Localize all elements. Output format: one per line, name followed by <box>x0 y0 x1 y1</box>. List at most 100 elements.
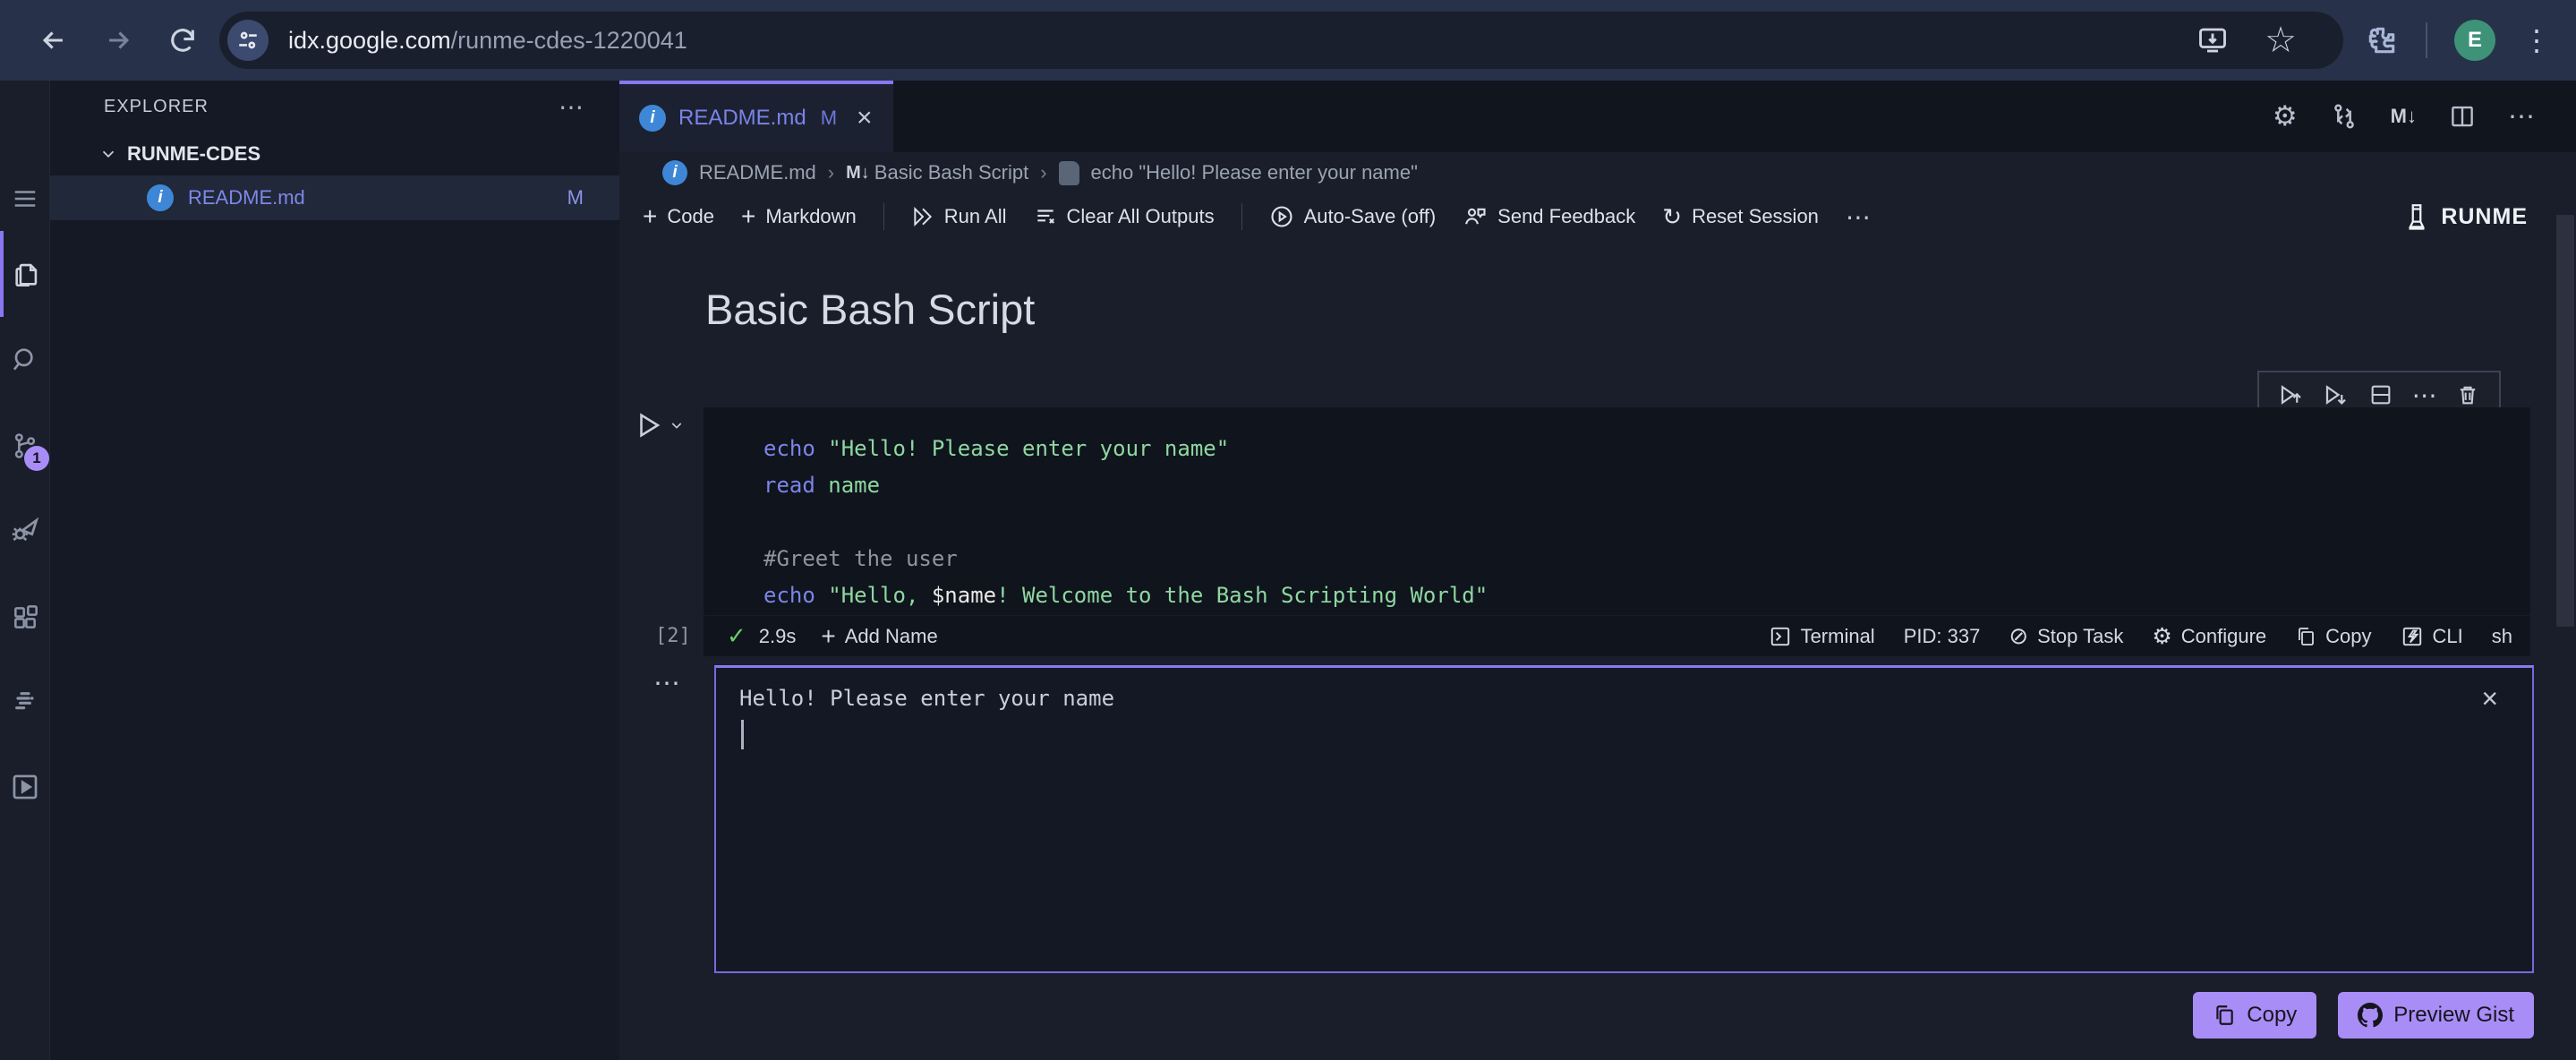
send-feedback-button[interactable]: Send Feedback <box>1463 204 1635 229</box>
plus-icon: + <box>643 202 658 230</box>
run-options-chevron-icon[interactable] <box>670 418 684 432</box>
run-cells-below-icon[interactable] <box>2323 381 2350 408</box>
markdown-preview-icon[interactable]: M↓ <box>2391 105 2417 128</box>
info-icon: i <box>639 105 666 132</box>
code-cell-editor[interactable]: echo "Hello! Please enter your name" read… <box>704 407 2530 615</box>
url-bar[interactable]: idx.google.com/runme-cdes-1220041 ☆ <box>219 12 2343 69</box>
toolbar-more-icon[interactable]: ⋯ <box>1846 202 1871 232</box>
clear-outputs-icon <box>1036 209 1054 224</box>
autosave-toggle[interactable]: Auto-Save (off) <box>1269 204 1436 229</box>
sidebar-item-explorer[interactable] <box>0 231 49 317</box>
extensions-puzzle-icon[interactable] <box>2365 23 2399 57</box>
sidebar-item-source-control[interactable]: 1 <box>0 419 49 473</box>
copy-icon <box>2299 627 2315 645</box>
reload-icon[interactable] <box>154 12 211 69</box>
editor-area: i README.md M × ⚙ M↓ ⋯ i README.md › M↓ … <box>619 81 2576 1060</box>
run-all-icon <box>914 206 932 227</box>
file-row-readme[interactable]: i README.md M <box>50 175 619 220</box>
compare-changes-icon[interactable] <box>2330 102 2358 131</box>
folder-name: RUNME-CDES <box>127 142 261 165</box>
autosave-icon <box>1271 206 1292 227</box>
install-app-icon[interactable] <box>2196 24 2229 56</box>
explorer-sidebar: EXPLORER ⋯ RUNME-CDES i README.md M <box>50 81 619 1060</box>
breadcrumb-separator: › <box>1040 161 1047 184</box>
copy-icon <box>2216 1005 2234 1025</box>
explorer-title: EXPLORER <box>104 96 209 116</box>
cell-duration: 2.9s <box>758 624 797 647</box>
notebook-content: Basic Bash Script ⋯ echo "Hello! Please … <box>619 240 2576 1060</box>
back-icon[interactable] <box>25 12 82 69</box>
site-settings-icon[interactable] <box>227 20 269 61</box>
tab-modified-badge: M <box>820 107 838 129</box>
tab-label: README.md <box>678 106 806 130</box>
profile-avatar[interactable]: E <box>2454 20 2495 61</box>
add-code-button[interactable]: + Code <box>643 202 714 231</box>
preview-gist-button[interactable]: Preview Gist <box>2338 992 2534 1039</box>
menu-hamburger-icon[interactable] <box>0 172 49 226</box>
toolbar-separator <box>1241 203 1242 230</box>
breadcrumb-heading[interactable]: Basic Bash Script <box>874 161 1028 184</box>
cli-button[interactable]: CLI <box>2401 625 2463 648</box>
copy-output-button[interactable]: Copy <box>2193 992 2317 1039</box>
breadcrumb: i README.md › M↓ Basic Bash Script › ech… <box>619 152 2576 193</box>
file-name: README.md <box>188 186 305 209</box>
sidebar-item-search[interactable] <box>0 333 49 387</box>
output-actions: Copy Preview Gist <box>2193 992 2534 1039</box>
tab-close-icon[interactable]: × <box>857 105 873 132</box>
runme-brand: RUNME <box>2403 193 2528 240</box>
stop-icon: ⊘ <box>2009 622 2029 649</box>
editor-scrollbar[interactable] <box>2556 215 2574 627</box>
terminal-output[interactable]: Hello! Please enter your name × <box>714 665 2534 973</box>
page-title: Basic Bash Script <box>705 286 1036 333</box>
sidebar-item-output-logs[interactable] <box>0 675 49 729</box>
info-icon: i <box>147 184 174 211</box>
plus-icon: + <box>740 202 756 230</box>
gear-icon[interactable]: ⚙ <box>2273 100 2298 132</box>
sidebar-item-runme-notebook[interactable] <box>0 760 49 814</box>
notebook-toolbar: + Code + Markdown Run All Clear All Output… <box>619 193 2576 240</box>
breadcrumb-cell[interactable]: echo "Hello! Please enter your name" <box>1091 161 1418 184</box>
delete-cell-icon[interactable] <box>2455 382 2480 407</box>
cell-status-bar: ✓ 2.9s + Add Name Terminal PID: 337 ⊘ Stop… <box>704 615 2530 656</box>
output-close-icon[interactable]: × <box>2481 684 2498 713</box>
add-name-button[interactable]: + Add Name <box>821 622 937 651</box>
cli-icon <box>2402 627 2421 645</box>
chrome-separator <box>2426 22 2427 58</box>
stop-task-button[interactable]: ⊘ Stop Task <box>2009 622 2123 650</box>
terminal-cursor <box>741 720 744 749</box>
run-all-button[interactable]: Run All <box>911 205 1007 228</box>
url-path: /runme-cdes-1220041 <box>450 26 687 54</box>
breadcrumb-separator: › <box>827 161 835 184</box>
split-editor-icon[interactable] <box>2449 103 2476 130</box>
add-markdown-button[interactable]: + Markdown <box>741 202 857 231</box>
configure-button[interactable]: ⚙ Configure <box>2152 623 2266 650</box>
terminal-output-text: Hello! Please enter your name <box>739 686 1115 711</box>
toolbar-separator <box>883 203 884 230</box>
sidebar-item-run-debug[interactable] <box>0 502 49 556</box>
folder-row-runme-cdes[interactable]: RUNME-CDES <box>50 132 619 175</box>
reset-session-button[interactable]: ↻ Reset Session <box>1662 203 1819 231</box>
run-cells-above-icon[interactable] <box>2278 381 2305 408</box>
bookmark-star-icon[interactable]: ☆ <box>2265 20 2297 61</box>
explorer-more-icon[interactable]: ⋯ <box>559 92 584 122</box>
breadcrumb-file[interactable]: README.md <box>699 161 816 184</box>
pid-label: PID: 337 <box>1903 624 1981 647</box>
tab-strip: i README.md M × ⚙ M↓ ⋯ <box>619 81 2576 152</box>
clear-outputs-button[interactable]: Clear All Outputs <box>1034 205 1215 228</box>
forward-icon[interactable] <box>90 12 147 69</box>
reset-icon: ↻ <box>1662 202 1683 230</box>
split-cell-icon[interactable] <box>2368 382 2393 407</box>
runme-logo-icon <box>2409 204 2426 230</box>
output-more-icon[interactable]: ⋯ <box>653 668 682 699</box>
more-actions-icon[interactable]: ⋯ <box>2508 101 2535 132</box>
open-terminal-button[interactable]: Terminal <box>1769 625 1875 648</box>
cell-more-icon[interactable]: ⋯ <box>2412 380 2437 410</box>
run-cell-icon[interactable] <box>634 410 664 440</box>
plus-icon: + <box>821 621 836 650</box>
copy-cell-button[interactable]: Copy <box>2295 625 2372 648</box>
modified-badge: M <box>567 186 584 209</box>
run-cell-control[interactable] <box>634 410 684 440</box>
tab-readme[interactable]: i README.md M × <box>619 81 893 152</box>
sidebar-item-extensions[interactable] <box>0 591 49 645</box>
chrome-menu-icon[interactable]: ⋮ <box>2522 23 2551 57</box>
